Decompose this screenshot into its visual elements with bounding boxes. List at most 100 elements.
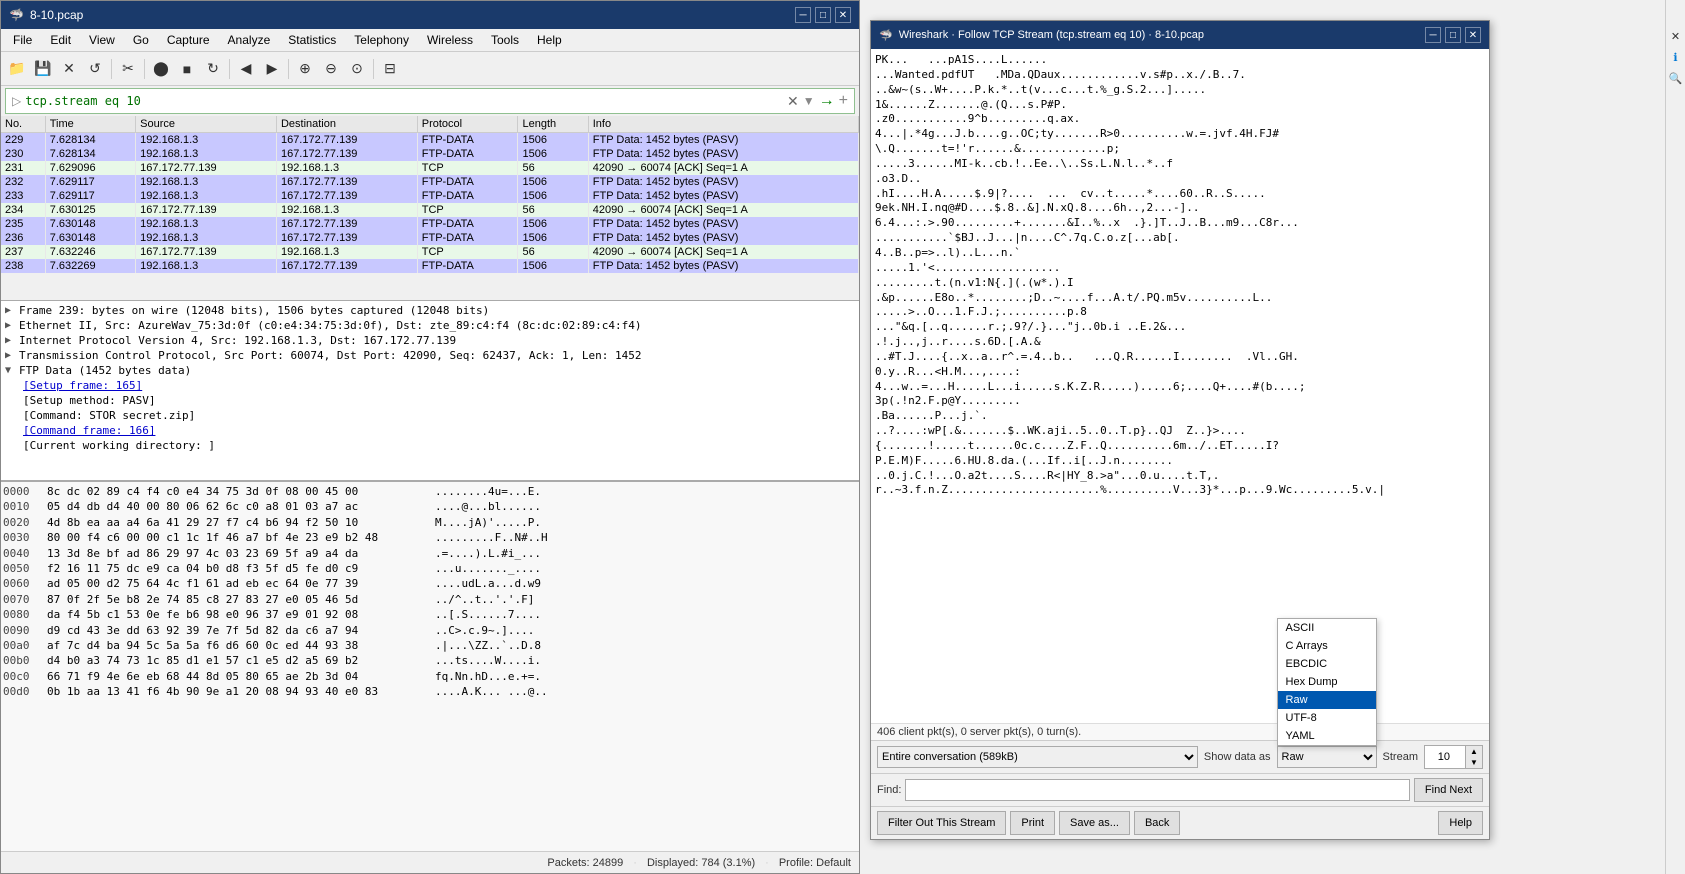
back-button[interactable]: Back xyxy=(1134,811,1180,835)
close-button[interactable]: ✕ xyxy=(835,7,851,23)
menu-file[interactable]: File xyxy=(5,31,40,49)
col-source[interactable]: Source xyxy=(136,116,277,133)
cell-proto: FTP-DATA xyxy=(417,147,518,161)
table-row[interactable]: 232 7.629117 192.168.1.3 167.172.77.139 … xyxy=(1,175,859,189)
status-sep2: · xyxy=(765,857,769,869)
filter-apply-icon[interactable]: → xyxy=(819,92,835,110)
stream-number-down[interactable]: ▼ xyxy=(1466,757,1482,768)
table-row[interactable]: 230 7.628134 192.168.1.3 167.172.77.139 … xyxy=(1,147,859,161)
menu-edit[interactable]: Edit xyxy=(42,31,79,49)
toolbar-resize[interactable]: ⊟ xyxy=(378,57,402,81)
table-row[interactable]: 238 7.632269 192.168.1.3 167.172.77.139 … xyxy=(1,259,859,273)
table-row[interactable]: 236 7.630148 192.168.1.3 167.172.77.139 … xyxy=(1,231,859,245)
detail-row-cwd: [Current working directory: ] xyxy=(3,438,857,453)
detail-row-tcp[interactable]: ▶ Transmission Control Protocol, Src Por… xyxy=(3,348,857,363)
table-row[interactable]: 235 7.630148 192.168.1.3 167.172.77.139 … xyxy=(1,217,859,231)
toolbar-back[interactable]: ◀ xyxy=(234,57,258,81)
hex-offset: 0030 xyxy=(3,530,39,545)
toolbar-forward[interactable]: ▶ xyxy=(260,57,284,81)
command-frame-link[interactable]: [Command frame: 166] xyxy=(23,424,155,437)
col-no[interactable]: No. xyxy=(1,116,45,133)
toolbar-capture-stop[interactable]: ■ xyxy=(175,57,199,81)
detail-frame-text: Frame 239: bytes on wire (12048 bits), 1… xyxy=(19,304,489,317)
toolbar-capture-restart[interactable]: ↻ xyxy=(201,57,225,81)
menu-capture[interactable]: Capture xyxy=(159,31,218,49)
col-protocol[interactable]: Protocol xyxy=(417,116,518,133)
menu-analyze[interactable]: Analyze xyxy=(220,31,279,49)
menu-view[interactable]: View xyxy=(81,31,123,49)
toolbar-save[interactable]: 💾 xyxy=(31,57,55,81)
toolbar-reload[interactable]: ↺ xyxy=(83,57,107,81)
save-as-button[interactable]: Save as... xyxy=(1059,811,1130,835)
dropdown-ascii[interactable]: ASCII xyxy=(1278,619,1376,637)
cell-dst: 167.172.77.139 xyxy=(276,175,417,189)
toolbar-find[interactable]: ✂ xyxy=(116,57,140,81)
toolbar-zoom-in[interactable]: ⊕ xyxy=(293,57,317,81)
show-as-select[interactable]: ASCII C Arrays EBCDIC Hex Dump Raw UTF-8… xyxy=(1277,746,1377,768)
col-time[interactable]: Time xyxy=(45,116,135,133)
dropdown-ebcdic[interactable]: EBCDIC xyxy=(1278,655,1376,673)
side-info-icon[interactable]: ℹ xyxy=(1673,51,1677,64)
conversation-select[interactable]: Entire conversation (589kB) xyxy=(877,746,1198,768)
stream-number-up[interactable]: ▲ xyxy=(1466,746,1482,757)
dropdown-yaml[interactable]: YAML xyxy=(1278,727,1376,745)
table-row[interactable]: 233 7.629117 192.168.1.3 167.172.77.139 … xyxy=(1,189,859,203)
toolbar-zoom-reset[interactable]: ⊙ xyxy=(345,57,369,81)
detail-row-ip[interactable]: ▶ Internet Protocol Version 4, Src: 192.… xyxy=(3,333,857,348)
menu-tools[interactable]: Tools xyxy=(483,31,527,49)
filter-bookmark-icon[interactable]: ▼ xyxy=(803,94,815,108)
find-next-button[interactable]: Find Next xyxy=(1414,778,1483,802)
setup-frame-link[interactable]: [Setup frame: 165] xyxy=(23,379,142,392)
print-button[interactable]: Print xyxy=(1010,811,1055,835)
detail-row-frame[interactable]: ▶ Frame 239: bytes on wire (12048 bits),… xyxy=(3,303,857,318)
toolbar-capture-start[interactable]: ⬤ xyxy=(149,57,173,81)
detail-row-ftp[interactable]: ▼ FTP Data (1452 bytes data) xyxy=(3,363,857,378)
toolbar-zoom-out[interactable]: ⊖ xyxy=(319,57,343,81)
cell-dst: 167.172.77.139 xyxy=(276,133,417,148)
stream-close-button[interactable]: ✕ xyxy=(1465,27,1481,43)
menu-wireless[interactable]: Wireless xyxy=(419,31,481,49)
hex-ascii: .=....).L.#i_... xyxy=(435,546,541,561)
table-row[interactable]: 234 7.630125 167.172.77.139 192.168.1.3 … xyxy=(1,203,859,217)
menu-go[interactable]: Go xyxy=(125,31,157,49)
col-destination[interactable]: Destination xyxy=(276,116,417,133)
detail-row-ethernet[interactable]: ▶ Ethernet II, Src: AzureWav_75:3d:0f (c… xyxy=(3,318,857,333)
side-close-icon[interactable]: ✕ xyxy=(1671,30,1680,43)
stream-maximize-button[interactable]: □ xyxy=(1445,27,1461,43)
side-search-icon[interactable]: 🔍 xyxy=(1669,72,1683,85)
toolbar-close[interactable]: ✕ xyxy=(57,57,81,81)
menu-telephony[interactable]: Telephony xyxy=(346,31,417,49)
cell-proto: TCP xyxy=(417,161,518,175)
detail-row-cmdframe[interactable]: [Command frame: 166] xyxy=(3,423,857,438)
cell-src: 167.172.77.139 xyxy=(136,203,277,217)
dropdown-carrays[interactable]: C Arrays xyxy=(1278,637,1376,655)
table-row[interactable]: 237 7.632246 167.172.77.139 192.168.1.3 … xyxy=(1,245,859,259)
hex-offset: 0090 xyxy=(3,623,39,638)
maximize-button[interactable]: □ xyxy=(815,7,831,23)
filter-add-button[interactable]: + xyxy=(839,92,848,110)
menu-statistics[interactable]: Statistics xyxy=(280,31,344,49)
hex-row: 00d0 0b 1b aa 13 41 f6 4b 90 9e a1 20 08… xyxy=(3,684,857,699)
find-input[interactable] xyxy=(905,779,1409,801)
dropdown-hexdump[interactable]: Hex Dump xyxy=(1278,673,1376,691)
filter-out-button[interactable]: Filter Out This Stream xyxy=(877,811,1006,835)
dropdown-raw[interactable]: Raw xyxy=(1278,691,1376,709)
stream-number-input[interactable] xyxy=(1425,746,1465,768)
detail-row-setup[interactable]: [Setup frame: 165] xyxy=(3,378,857,393)
hex-bytes: 8c dc 02 89 c4 f4 c0 e4 34 75 3d 0f 08 0… xyxy=(47,484,427,499)
hex-row: 0050 f2 16 11 75 dc e9 ca 04 b0 d8 f3 5f… xyxy=(3,561,857,576)
col-length[interactable]: Length xyxy=(518,116,588,133)
minimize-button[interactable]: ─ xyxy=(795,7,811,23)
toolbar-open[interactable]: 📁 xyxy=(5,57,29,81)
title-bar-left: 🦈 8-10.pcap xyxy=(9,8,83,22)
table-row[interactable]: 231 7.629096 167.172.77.139 192.168.1.3 … xyxy=(1,161,859,175)
filter-input[interactable] xyxy=(25,94,783,108)
help-button[interactable]: Help xyxy=(1438,811,1483,835)
col-info[interactable]: Info xyxy=(588,116,858,133)
filter-clear-button[interactable]: ✕ xyxy=(787,93,799,110)
stream-minimize-button[interactable]: ─ xyxy=(1425,27,1441,43)
hex-offset: 0020 xyxy=(3,515,39,530)
dropdown-utf8[interactable]: UTF-8 xyxy=(1278,709,1376,727)
table-row[interactable]: 229 7.628134 192.168.1.3 167.172.77.139 … xyxy=(1,133,859,148)
menu-help[interactable]: Help xyxy=(529,31,570,49)
